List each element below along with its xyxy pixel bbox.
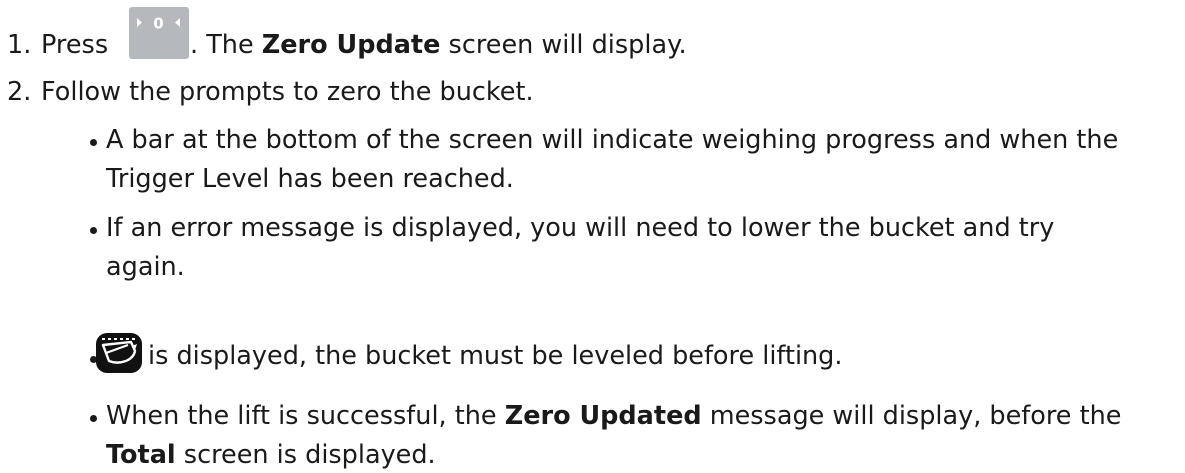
bullet-3-text-end: is displayed, the bucket must be leveled… (148, 341, 843, 371)
total-screen-name: Total (106, 440, 176, 470)
step-2-text: Follow the prompts to zero the bucket. (41, 77, 534, 107)
zero-update-screen-name: Zero Update (261, 30, 441, 60)
bullet-1-line-2: Trigger Level has been reached. (106, 164, 514, 194)
zero-updated-message-name: Zero Updated (504, 401, 702, 431)
step-number: 2. (7, 77, 32, 107)
zero-button-icon: 0 (129, 7, 189, 59)
bullet-dot (90, 139, 97, 146)
step-number: 1. (7, 30, 32, 60)
bucket-level-warning-icon (95, 331, 143, 375)
step-1-text-continued: . The Zero Update screen will display. (190, 30, 687, 60)
bullet-2-line-1: If an error message is displayed, you wi… (106, 213, 1055, 243)
bullet-dot (90, 415, 97, 422)
svg-text:0: 0 (153, 15, 163, 33)
bullet-1-line-1: A bar at the bottom of the screen will i… (106, 125, 1119, 155)
bullet-2-line-2: again. (106, 252, 185, 282)
bullet-4-line-1: When the lift is successful, the Zero Up… (106, 401, 1122, 431)
step-1-text: Press (41, 30, 109, 60)
bullet-4-line-2: Total screen is displayed. (106, 440, 436, 470)
bullet-dot (90, 227, 97, 234)
